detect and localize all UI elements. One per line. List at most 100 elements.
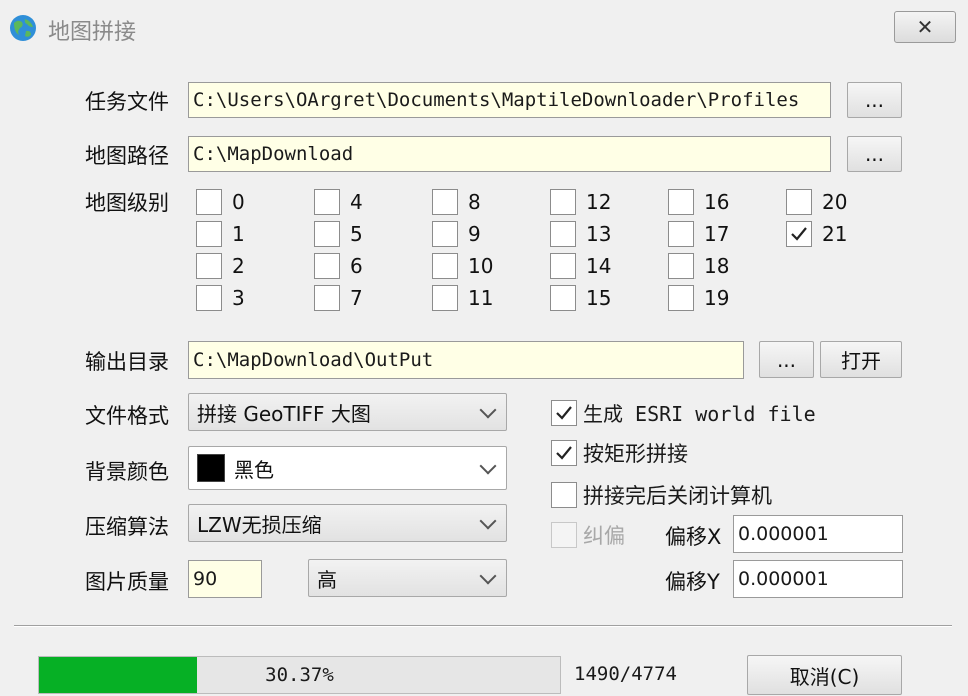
level-checkbox-19[interactable] — [668, 285, 694, 311]
file-format-value: 拼接 GeoTIFF 大图 — [197, 401, 371, 426]
level-option-19[interactable]: 19 — [668, 285, 729, 311]
level-checkbox-14[interactable] — [550, 253, 576, 279]
level-checkbox-21[interactable] — [786, 221, 812, 247]
level-option-0[interactable]: 0 — [196, 189, 245, 215]
compression-value: LZW无损压缩 — [197, 512, 322, 537]
level-checkbox-9[interactable] — [432, 221, 458, 247]
offset-y-input[interactable]: 0.000001 — [733, 560, 903, 598]
rect-option[interactable]: 按矩形拼接 — [551, 438, 688, 468]
level-label: 9 — [468, 222, 481, 246]
level-option-10[interactable]: 10 — [432, 253, 493, 279]
level-option-7[interactable]: 7 — [314, 285, 363, 311]
map-levels-label: 地图级别 — [85, 191, 169, 215]
level-label: 13 — [586, 222, 612, 246]
close-button[interactable]: ✕ — [894, 11, 956, 43]
level-checkbox-0[interactable] — [196, 189, 222, 215]
level-option-4[interactable]: 4 — [314, 189, 363, 215]
checkmark-icon — [791, 227, 807, 241]
level-checkbox-16[interactable] — [668, 189, 694, 215]
shutdown-option[interactable]: 拼接完后关闭计算机 — [551, 480, 772, 510]
quality-level-select[interactable]: 高 — [308, 559, 507, 597]
file-format-label: 文件格式 — [85, 404, 169, 428]
level-option-16[interactable]: 16 — [668, 189, 729, 215]
output-dir-field[interactable]: C:\MapDownload\OutPut — [188, 341, 744, 379]
level-option-2[interactable]: 2 — [196, 253, 245, 279]
level-checkbox-18[interactable] — [668, 253, 694, 279]
level-option-1[interactable]: 1 — [196, 221, 245, 247]
level-option-18[interactable]: 18 — [668, 253, 729, 279]
level-checkbox-2[interactable] — [196, 253, 222, 279]
close-icon: ✕ — [916, 15, 934, 39]
level-label: 16 — [704, 190, 730, 214]
quality-input[interactable]: 90 — [188, 560, 262, 598]
level-checkbox-17[interactable] — [668, 221, 694, 247]
correct-option: 纠偏 — [551, 520, 625, 550]
level-label: 4 — [350, 190, 363, 214]
title-bar: 地图拼接 ✕ — [0, 0, 968, 52]
level-label: 12 — [586, 190, 612, 214]
output-dir-browse-button[interactable]: ... — [759, 341, 814, 378]
level-checkbox-15[interactable] — [550, 285, 576, 311]
level-checkbox-13[interactable] — [550, 221, 576, 247]
level-option-20[interactable]: 20 — [786, 189, 847, 215]
level-option-12[interactable]: 12 — [550, 189, 611, 215]
level-option-5[interactable]: 5 — [314, 221, 363, 247]
level-checkbox-11[interactable] — [432, 285, 458, 311]
level-checkbox-8[interactable] — [432, 189, 458, 215]
level-checkbox-1[interactable] — [196, 221, 222, 247]
task-file-field[interactable]: C:\Users\OArgret\Documents\MaptileDownlo… — [188, 82, 831, 118]
bg-color-label: 背景颜色 — [85, 460, 169, 484]
level-label: 21 — [822, 222, 848, 246]
level-label: 15 — [586, 286, 612, 310]
divider — [14, 625, 952, 627]
level-checkbox-6[interactable] — [314, 253, 340, 279]
level-checkbox-7[interactable] — [314, 285, 340, 311]
level-checkbox-4[interactable] — [314, 189, 340, 215]
level-label: 7 — [350, 286, 363, 310]
chevron-down-icon — [479, 457, 497, 475]
level-label: 14 — [586, 254, 612, 278]
task-file-browse-button[interactable]: ... — [847, 82, 902, 118]
level-option-6[interactable]: 6 — [314, 253, 363, 279]
rect-checkbox[interactable] — [551, 440, 577, 466]
offset-x-label: 偏移X — [665, 525, 722, 549]
quality-label: 图片质量 — [85, 570, 169, 594]
level-option-11[interactable]: 11 — [432, 285, 493, 311]
offset-x-input[interactable]: 0.000001 — [733, 515, 903, 553]
esri-checkbox[interactable] — [551, 399, 577, 426]
level-option-21[interactable]: 21 — [786, 221, 847, 247]
open-folder-button[interactable]: 打开 — [820, 341, 902, 378]
level-option-13[interactable]: 13 — [550, 221, 611, 247]
progress-percent: 30.37% — [265, 664, 334, 686]
level-checkbox-12[interactable] — [550, 189, 576, 215]
bg-color-select[interactable]: 黑色 — [188, 446, 507, 490]
map-path-label: 地图路径 — [85, 144, 169, 168]
level-option-15[interactable]: 15 — [550, 285, 611, 311]
level-label: 0 — [232, 190, 245, 214]
level-option-3[interactable]: 3 — [196, 285, 245, 311]
progress-count: 1490/4774 — [574, 663, 677, 685]
level-checkbox-20[interactable] — [786, 189, 812, 215]
cancel-button[interactable]: 取消(C) — [747, 655, 902, 695]
level-option-9[interactable]: 9 — [432, 221, 481, 247]
esri-option[interactable]: 生成 ESRI world file — [551, 398, 816, 427]
output-dir-label: 输出目录 — [85, 350, 169, 374]
file-format-select[interactable]: 拼接 GeoTIFF 大图 — [188, 393, 507, 431]
shutdown-checkbox[interactable] — [551, 482, 577, 508]
checkmark-icon — [556, 446, 572, 460]
map-path-browse-button[interactable]: ... — [847, 136, 902, 172]
level-option-8[interactable]: 8 — [432, 189, 481, 215]
level-label: 3 — [232, 286, 245, 310]
chevron-down-icon — [479, 512, 497, 530]
level-checkbox-5[interactable] — [314, 221, 340, 247]
color-swatch — [197, 454, 225, 482]
level-label: 1 — [232, 222, 245, 246]
level-checkbox-10[interactable] — [432, 253, 458, 279]
level-checkbox-3[interactable] — [196, 285, 222, 311]
map-path-field[interactable]: C:\MapDownload — [188, 136, 831, 172]
level-option-17[interactable]: 17 — [668, 221, 729, 247]
correct-label: 纠偏 — [583, 524, 625, 548]
compression-select[interactable]: LZW无损压缩 — [188, 504, 507, 542]
chevron-down-icon — [479, 567, 497, 585]
level-option-14[interactable]: 14 — [550, 253, 611, 279]
